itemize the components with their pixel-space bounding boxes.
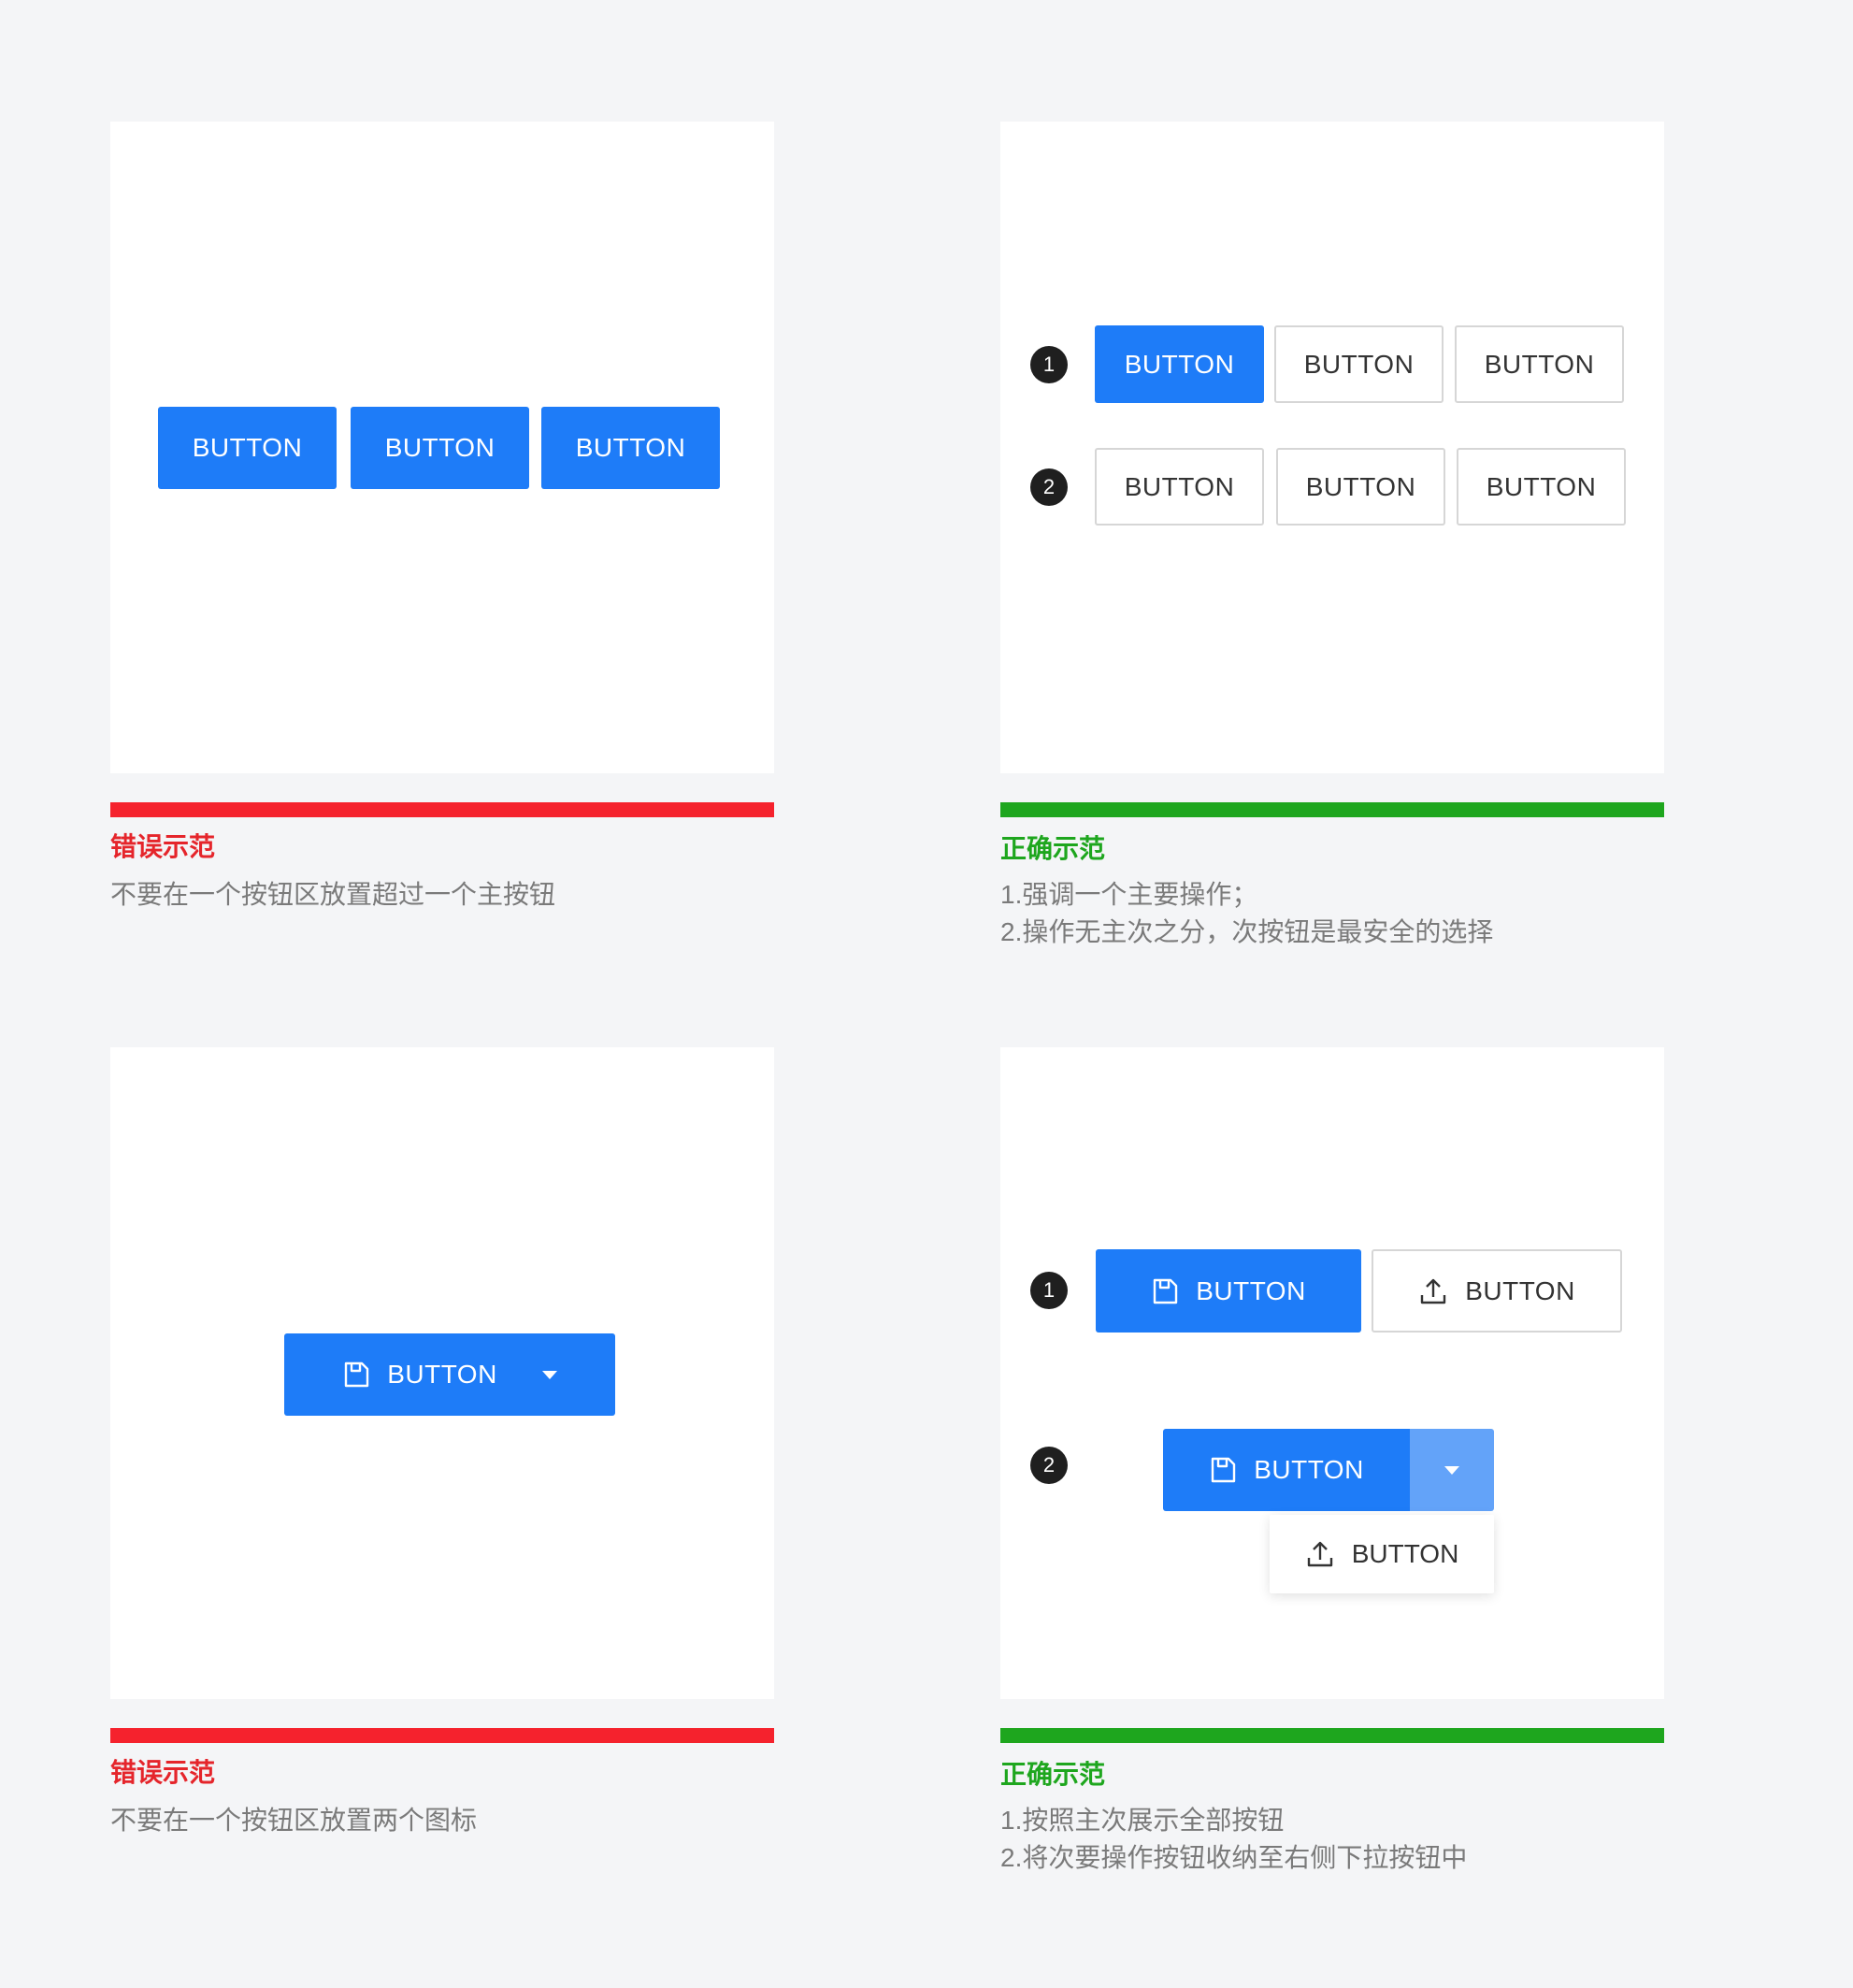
error-indicator-bar [110,1728,774,1743]
caption-line: 2.操作无主次之分，次按钮是最安全的选择 [1000,917,1494,946]
button-label: BUTTON [1465,1275,1575,1305]
button-label: BUTTON [192,433,303,462]
primary-button[interactable]: BUTTON [541,407,720,489]
save-icon [342,1361,370,1389]
secondary-button[interactable]: BUTTON [1457,448,1626,526]
save-primary-button[interactable]: BUTTON [1096,1249,1361,1333]
caption-title: 错误示范 [110,832,216,861]
success-indicator-bar [1000,802,1664,817]
caption-line: 1.按照主次展示全部按钮 [1000,1806,1285,1835]
caption-description: 不要在一个按钮区放置超过一个主按钮 [110,876,555,914]
success-indicator-bar [1000,1728,1664,1743]
button-label: BUTTON [384,433,496,462]
caption-description: 1.强调一个主要操作； 2.操作无主次之分，次按钮是最安全的选择 [1000,876,1493,951]
button-label: BUTTON [1303,349,1415,379]
secondary-button[interactable]: BUTTON [1095,448,1264,526]
step-marker: 2 [1030,468,1068,506]
save-icon [1151,1277,1179,1305]
caption-line: 1.强调一个主要操作； [1000,880,1258,909]
primary-dropdown-button[interactable]: BUTTON [284,1333,615,1416]
step-marker: 1 [1030,346,1068,383]
wrong-example-card-1: BUTTON BUTTON BUTTON [110,122,774,773]
button-label: BUTTON [387,1360,497,1389]
button-label: BUTTON [1305,471,1416,501]
caption-line: 不要在一个按钮区放置超过一个主按钮 [110,880,556,909]
button-label: BUTTON [1196,1275,1306,1305]
step-marker: 2 [1030,1447,1068,1484]
button-label: BUTTON [1486,471,1597,501]
right-example-card-1: 1 BUTTON BUTTON BUTTON 2 BUTTON BUTTON B… [1000,122,1664,773]
button-label: BUTTON [1254,1455,1364,1484]
caption-title: 错误示范 [110,1758,216,1787]
save-icon [1209,1456,1237,1484]
button-label: BUTTON [1124,471,1235,501]
right-example-card-2: 1 BUTTON BUTTON 2 BUTTON BUTTON [1000,1047,1664,1699]
caption-title: 正确示范 [1000,834,1106,863]
button-label: BUTTON [575,433,686,462]
dropdown-menu: BUTTON [1270,1515,1494,1593]
step-marker: 1 [1030,1272,1068,1309]
primary-button[interactable]: BUTTON [351,407,529,489]
button-guidelines-page: BUTTON BUTTON BUTTON 错误示范 不要在一个按钮区放置超过一个… [0,0,1853,1988]
caret-down-icon [541,1370,557,1379]
button-label: BUTTON [1351,1539,1459,1568]
split-button-main[interactable]: BUTTON [1163,1429,1410,1511]
primary-button[interactable]: BUTTON [1095,325,1264,403]
upload-icon [1418,1276,1448,1306]
caption-description: 1.按照主次展示全部按钮 2.将次要操作按钮收纳至右侧下拉按钮中 [1000,1802,1467,1877]
button-label: BUTTON [1124,349,1235,379]
split-button-dropdown-toggle[interactable] [1410,1429,1494,1511]
caret-down-icon [1444,1465,1459,1475]
primary-button[interactable]: BUTTON [158,407,337,489]
caption-title: 正确示范 [1000,1760,1106,1789]
upload-icon [1305,1539,1335,1569]
caption-description: 不要在一个按钮区放置两个图标 [110,1802,477,1839]
dropdown-menu-item[interactable]: BUTTON [1305,1539,1459,1569]
secondary-button[interactable]: BUTTON [1274,325,1444,403]
upload-secondary-button[interactable]: BUTTON [1372,1249,1622,1333]
wrong-example-card-2: BUTTON [110,1047,774,1699]
caption-line: 2.将次要操作按钮收纳至右侧下拉按钮中 [1000,1843,1468,1872]
secondary-button[interactable]: BUTTON [1276,448,1445,526]
secondary-button[interactable]: BUTTON [1455,325,1624,403]
error-indicator-bar [110,802,774,817]
caption-line: 不要在一个按钮区放置两个图标 [110,1806,478,1835]
button-label: BUTTON [1484,349,1595,379]
